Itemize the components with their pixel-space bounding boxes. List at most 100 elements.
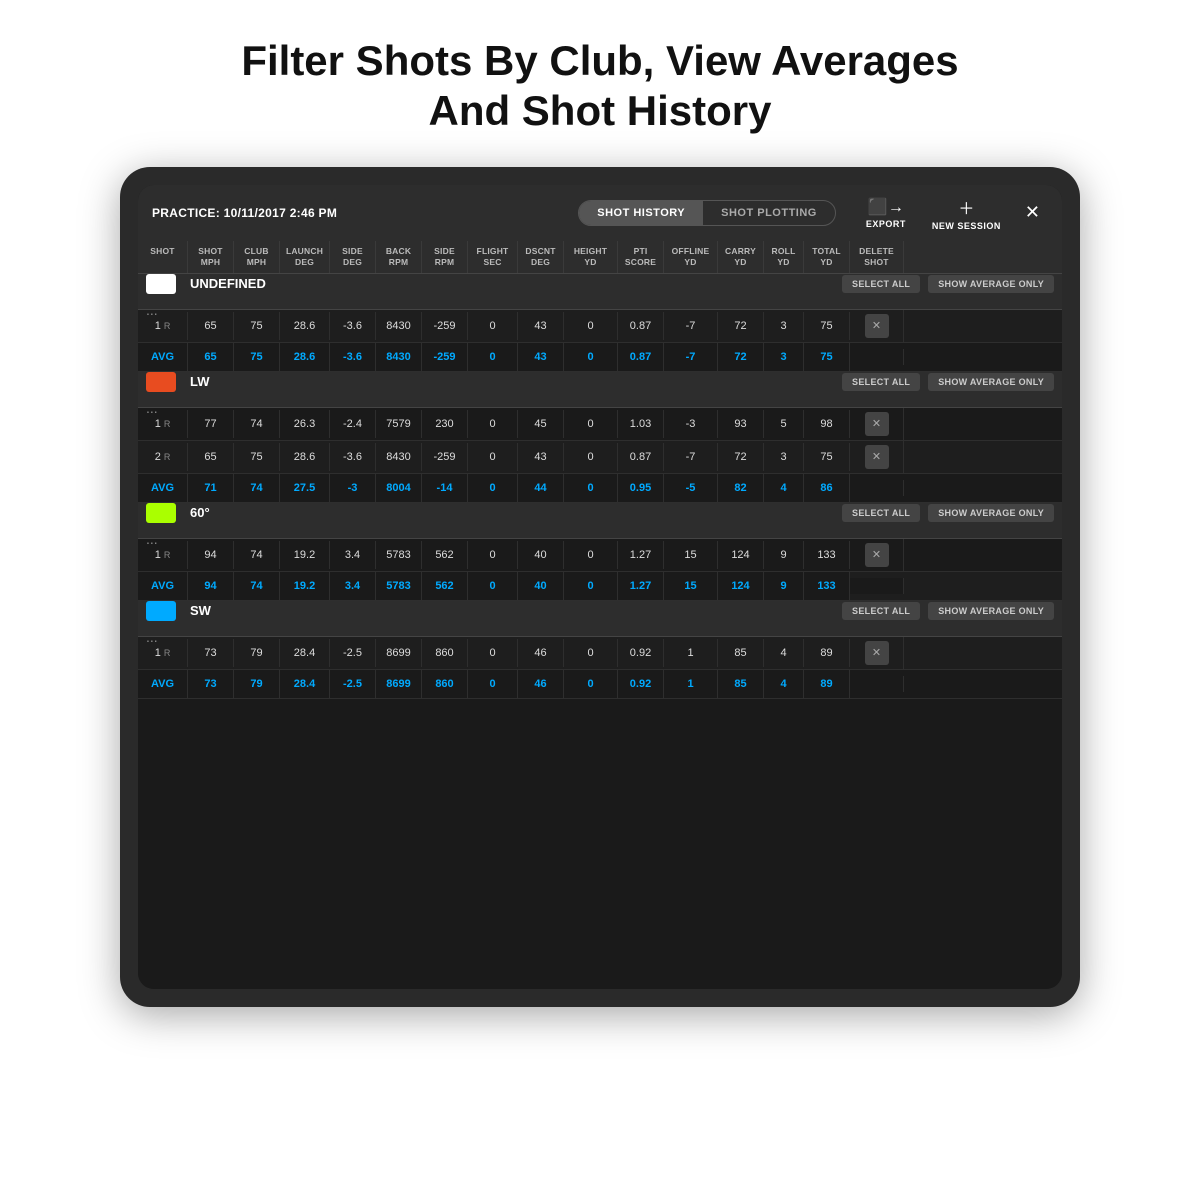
avg-data-cell-1-4: 8004: [376, 474, 422, 502]
data-cell-1-1-9: 0.87: [618, 443, 664, 471]
table-body: UNDEFINEDSELECT ALLSHOW AVERAGE ONLY...1…: [138, 274, 1062, 989]
practice-label: PRACTICE: 10/11/2017 2:46 PM: [152, 206, 568, 220]
avg-data-cell-3-7: 46: [518, 670, 564, 698]
select-all-btn-1[interactable]: SELECT ALL: [842, 373, 920, 391]
data-cell-0-0-5: -259: [422, 312, 468, 340]
avg-data-cell-3-11: 85: [718, 670, 764, 698]
data-cell-2-0-0: 94: [188, 541, 234, 569]
avg-data-cell-1-6: 0: [468, 474, 518, 502]
data-cell-0-0-7: 43: [518, 312, 564, 340]
avg-data-cell-0-7: 43: [518, 343, 564, 371]
delete-cell-2-0: ✕: [850, 539, 904, 571]
data-cell-0-0-2: 28.6: [280, 312, 330, 340]
club-color-swatch-1: [146, 372, 176, 392]
select-all-btn-0[interactable]: SELECT ALL: [842, 275, 920, 293]
delete-shot-btn-1-1[interactable]: ✕: [865, 445, 889, 469]
show-avg-btn-0[interactable]: SHOW AVERAGE ONLY: [928, 275, 1054, 293]
close-button[interactable]: ✕: [1017, 198, 1048, 227]
data-cell-1-1-5: -259: [422, 443, 468, 471]
show-avg-btn-3[interactable]: SHOW AVERAGE ONLY: [928, 602, 1054, 620]
avg-data-cell-2-12: 9: [764, 572, 804, 600]
data-cell-3-0-4: 8699: [376, 639, 422, 667]
data-cell-1-0-7: 45: [518, 410, 564, 438]
page-title: Filter Shots By Club, View Averages And …: [241, 36, 958, 137]
data-cell-3-0-0: 73: [188, 639, 234, 667]
shot-cell-3-0: 1R: [138, 639, 188, 667]
avg-data-cell-2-3: 3.4: [330, 572, 376, 600]
avg-delete-empty-0: [850, 349, 904, 365]
show-avg-btn-2[interactable]: SHOW AVERAGE ONLY: [928, 504, 1054, 522]
avg-data-cell-3-4: 8699: [376, 670, 422, 698]
data-cell-0-0-4: 8430: [376, 312, 422, 340]
avg-data-cell-1-0: 71: [188, 474, 234, 502]
data-cell-1-0-8: 0: [564, 410, 618, 438]
avg-label-1: AVG: [138, 474, 188, 502]
header-actions: ⬛→ EXPORT ＋ NEW SESSION ✕: [856, 191, 1048, 235]
avg-data-cell-1-12: 4: [764, 474, 804, 502]
club-name-2: 60°: [190, 505, 826, 520]
data-cell-1-1-3: -3.6: [330, 443, 376, 471]
new-session-label: NEW SESSION: [932, 221, 1001, 231]
avg-data-cell-0-11: 72: [718, 343, 764, 371]
data-cell-2-0-6: 0: [468, 541, 518, 569]
avg-data-cell-2-11: 124: [718, 572, 764, 600]
new-session-button[interactable]: ＋ NEW SESSION: [922, 191, 1011, 235]
avg-data-cell-2-6: 0: [468, 572, 518, 600]
delete-cell-3-0: ✕: [850, 637, 904, 669]
data-cell-0-0-12: 3: [764, 312, 804, 340]
shot-row-1-0: 1R777426.3-2.4757923004501.03-393598✕: [138, 408, 1062, 441]
avg-data-cell-2-5: 562: [422, 572, 468, 600]
data-cell-1-1-0: 65: [188, 443, 234, 471]
data-cell-1-1-6: 0: [468, 443, 518, 471]
avg-row-0: AVG657528.6-3.68430-25904300.87-772375: [138, 343, 1062, 372]
col-club-mph: CLUBMPH: [234, 241, 280, 273]
data-cell-1-0-0: 77: [188, 410, 234, 438]
avg-data-cell-3-10: 1: [664, 670, 718, 698]
data-cell-0-0-6: 0: [468, 312, 518, 340]
delete-shot-btn-2-0[interactable]: ✕: [865, 543, 889, 567]
export-label: EXPORT: [866, 219, 906, 229]
col-pti-score: PTISCORE: [618, 241, 664, 273]
data-cell-2-0-5: 562: [422, 541, 468, 569]
tab-shot-history[interactable]: SHOT HISTORY: [579, 201, 703, 225]
export-button[interactable]: ⬛→ EXPORT: [856, 193, 916, 233]
avg-data-cell-1-5: -14: [422, 474, 468, 502]
data-cell-2-0-4: 5783: [376, 541, 422, 569]
shot-cell-1-1: 2R: [138, 443, 188, 471]
club-name-3: SW: [190, 603, 826, 618]
avg-label-0: AVG: [138, 343, 188, 371]
data-cell-1-1-7: 43: [518, 443, 564, 471]
avg-data-cell-1-7: 44: [518, 474, 564, 502]
data-cell-2-0-1: 74: [234, 541, 280, 569]
data-cell-2-0-11: 124: [718, 541, 764, 569]
delete-cell-1-1: ✕: [850, 441, 904, 473]
export-icon: ⬛→: [868, 197, 904, 217]
tab-shot-plotting[interactable]: SHOT PLOTTING: [703, 201, 835, 225]
col-side-deg: SIDEDEG: [330, 241, 376, 273]
data-cell-0-0-0: 65: [188, 312, 234, 340]
data-cell-1-0-1: 74: [234, 410, 280, 438]
data-cell-2-0-9: 1.27: [618, 541, 664, 569]
data-cell-2-0-10: 15: [664, 541, 718, 569]
tablet-frame: PRACTICE: 10/11/2017 2:46 PM SHOT HISTOR…: [120, 167, 1080, 1007]
delete-cell-0-0: ✕: [850, 310, 904, 342]
delete-shot-btn-0-0[interactable]: ✕: [865, 314, 889, 338]
data-cell-1-0-9: 1.03: [618, 410, 664, 438]
delete-shot-btn-1-0[interactable]: ✕: [865, 412, 889, 436]
shot-cell-0-0: 1R: [138, 312, 188, 340]
select-all-btn-2[interactable]: SELECT ALL: [842, 504, 920, 522]
avg-data-cell-1-1: 74: [234, 474, 280, 502]
col-roll-yd: ROLLYD: [764, 241, 804, 273]
data-cell-1-0-4: 7579: [376, 410, 422, 438]
delete-shot-btn-3-0[interactable]: ✕: [865, 641, 889, 665]
show-avg-btn-1[interactable]: SHOW AVERAGE ONLY: [928, 373, 1054, 391]
tablet-screen: PRACTICE: 10/11/2017 2:46 PM SHOT HISTOR…: [138, 185, 1062, 989]
column-headers: SHOT SHOTMPH CLUBMPH LAUNCHDEG SIDEDEG B…: [138, 241, 1062, 274]
data-cell-3-0-13: 89: [804, 639, 850, 667]
select-all-btn-3[interactable]: SELECT ALL: [842, 602, 920, 620]
data-cell-3-0-7: 46: [518, 639, 564, 667]
avg-data-cell-3-2: 28.4: [280, 670, 330, 698]
avg-data-cell-1-2: 27.5: [280, 474, 330, 502]
avg-data-cell-0-6: 0: [468, 343, 518, 371]
avg-data-cell-0-13: 75: [804, 343, 850, 371]
